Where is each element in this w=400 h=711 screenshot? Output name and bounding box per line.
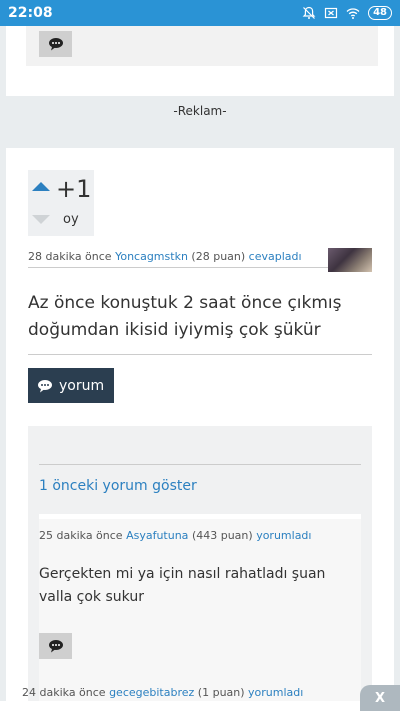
comment-user-link[interactable]: Asyafutuna (126, 529, 188, 542)
sim-off-icon (324, 7, 338, 19)
vote-down-icon[interactable] (32, 215, 50, 224)
ad-label: -Reklam- (173, 104, 227, 118)
comment-button[interactable] (39, 31, 72, 57)
previous-comment-area (26, 26, 378, 66)
answer-action-link[interactable]: cevapladı (249, 250, 302, 263)
comment-action-link[interactable]: yorumladı (248, 686, 303, 699)
battery-indicator: 48 (368, 6, 392, 20)
avatar[interactable] (328, 248, 372, 272)
speech-bubble-icon (48, 640, 63, 653)
add-comment-label: yorum (59, 377, 105, 394)
comment-meta: 24 dakika önce gecegebitabrez (1 puan) y… (22, 686, 303, 700)
answer-user-points: (28 puan) (191, 250, 246, 263)
comment-user-points: (1 puan) (197, 686, 245, 699)
close-ad-button[interactable]: X (360, 685, 400, 711)
comment-time: 24 dakika önce (22, 686, 106, 699)
answer-text: Az önce konuştuk 2 saat önce çıkmış doğu… (28, 293, 342, 340)
comments-section: 1 önceki yorum göster 25 dakika önce Asy… (28, 426, 372, 711)
comment-action-link[interactable]: yorumladı (256, 529, 311, 542)
answer-card: +1 oy 28 dakika önce Yoncagmstkn (28 pua… (6, 148, 394, 711)
comment-item: 25 dakika önce Asyafutuna (443 puan) yor… (39, 514, 361, 711)
divider (39, 464, 361, 465)
answer-meta: 28 dakika önce Yoncagmstkn (28 puan) cev… (28, 246, 350, 268)
comment-user-link[interactable]: gecegebitabrez (109, 686, 194, 699)
status-bar: 22:08 48 (0, 0, 400, 26)
answer-user-link[interactable]: Yoncagmstkn (115, 250, 188, 263)
wifi-icon (346, 8, 360, 19)
show-previous-comments-link[interactable]: 1 önceki yorum göster (39, 478, 197, 494)
status-time: 22:08 (8, 5, 53, 21)
comment-button[interactable] (39, 633, 72, 659)
vote-count: +1 (56, 175, 92, 203)
comment-time: 25 dakika önce (39, 529, 123, 542)
vote-label: oy (63, 212, 79, 227)
previous-answer-card (6, 26, 394, 96)
comment-meta: 25 dakika önce Asyafutuna (443 puan) yor… (39, 529, 311, 542)
speech-bubble-icon (48, 38, 63, 51)
vote-up-icon[interactable] (32, 182, 50, 191)
comment-user-points: (443 puan) (191, 529, 253, 542)
bottom-strip (0, 701, 400, 711)
add-comment-button[interactable]: yorum (28, 368, 114, 403)
notifications-off-icon (302, 6, 316, 19)
divider (28, 354, 372, 355)
vote-box: +1 oy (28, 170, 94, 236)
status-icons: 48 (302, 6, 392, 20)
comment-text: Gerçekten mi ya için nasıl rahatladı şua… (39, 566, 326, 605)
answer-time: 28 dakika önce (28, 250, 112, 263)
speech-bubble-icon (38, 379, 52, 392)
